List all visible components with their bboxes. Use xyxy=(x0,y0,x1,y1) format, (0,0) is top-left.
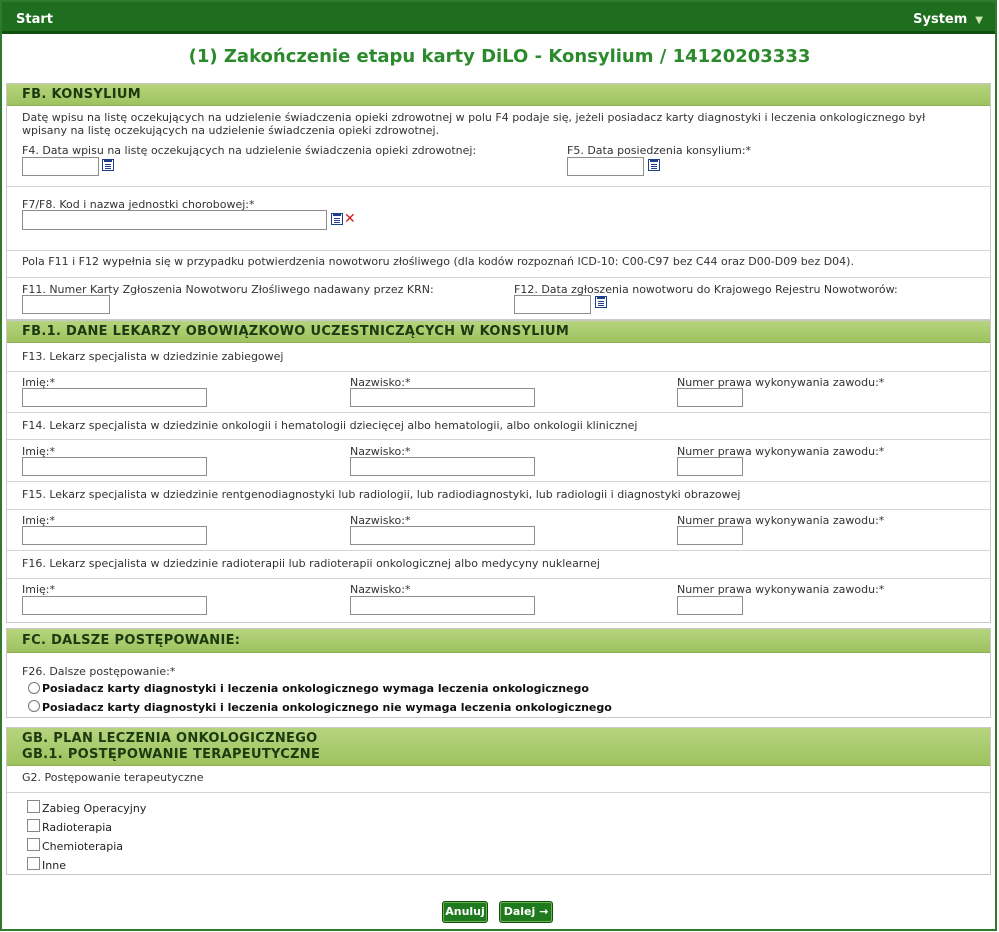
divider xyxy=(7,250,990,251)
f13-last-name-input[interactable] xyxy=(350,388,535,407)
gb-title: GB. PLAN LECZENIA ONKOLOGICZNEGO xyxy=(22,731,318,746)
checkbox-chemotherapy[interactable] xyxy=(27,838,40,851)
f15-first-name-input[interactable] xyxy=(22,526,207,545)
f26-option-no-treatment-radio[interactable] xyxy=(28,700,40,712)
system-menu-label: System xyxy=(913,12,968,27)
calendar-icon[interactable] xyxy=(595,296,607,308)
f14-label: F14. Lekarz specjalista w dziedzinie onk… xyxy=(22,419,638,432)
system-menu[interactable]: System ▼ xyxy=(913,12,983,27)
calendar-icon[interactable] xyxy=(102,159,114,171)
section-gb-treatment-plan: GB. PLAN LECZENIA ONKOLOGICZNEGO GB.1. P… xyxy=(6,727,991,875)
f14-first-name-input[interactable] xyxy=(22,457,207,476)
f4-label: F4. Data wpisu na listę oczekujących na … xyxy=(22,144,477,157)
f5-date-input[interactable] xyxy=(567,157,644,176)
f5-label: F5. Data posiedzenia konsylium:* xyxy=(567,144,752,157)
last-name-label: Nazwisko:* xyxy=(350,583,411,596)
f26-option-requires-treatment-radio[interactable] xyxy=(28,682,40,694)
page-title: (1) Zakończenie etapu karty DiLO - Konsy… xyxy=(188,46,811,67)
divider xyxy=(7,412,990,413)
divider xyxy=(7,792,990,793)
section-fb1-doctors: FB.1. DANE LEKARZY OBOWIĄZKOWO UCZESTNIC… xyxy=(6,320,991,623)
first-name-label: Imię:* xyxy=(22,583,55,596)
start-menu-link[interactable]: Start xyxy=(16,12,53,27)
f26-option-requires-treatment-label[interactable]: Posiadacz karty diagnostyki i leczenia o… xyxy=(42,682,589,695)
f12-date-input[interactable] xyxy=(514,295,591,314)
chevron-down-icon: ▼ xyxy=(975,15,983,26)
f4-date-input[interactable] xyxy=(22,157,99,176)
fb-info-note: Datę wpisu na listę oczekujących na udzi… xyxy=(22,111,926,137)
disease-code-input[interactable] xyxy=(22,210,327,230)
checkbox-radiotherapy-label[interactable]: Radioterapia xyxy=(42,821,112,834)
checkbox-other-label[interactable]: Inne xyxy=(42,859,66,872)
checkbox-chemotherapy-label[interactable]: Chemioterapia xyxy=(42,840,123,853)
f14-last-name-input[interactable] xyxy=(350,457,535,476)
f13-first-name-input[interactable] xyxy=(22,388,207,407)
section-fb-konsylium: FB. KONSYLIUM Datę wpisu na listę oczeku… xyxy=(6,83,991,320)
divider xyxy=(7,371,990,372)
f15-last-name-input[interactable] xyxy=(350,526,535,545)
f15-license-input[interactable] xyxy=(677,526,743,545)
section-fc-further-procedure: FC. DALSZE POSTĘPOWANIE: F26. Dalsze pos… xyxy=(6,628,991,718)
divider xyxy=(7,481,990,482)
checkbox-radiotherapy[interactable] xyxy=(27,819,40,832)
divider xyxy=(7,186,990,187)
section-fc-header: FC. DALSZE POSTĘPOWANIE: xyxy=(7,629,990,653)
f16-last-name-input[interactable] xyxy=(350,596,535,615)
checkbox-surgery-label[interactable]: Zabieg Operacyjny xyxy=(42,802,146,815)
cancel-button[interactable]: Anuluj xyxy=(442,901,488,923)
next-button[interactable]: Dalej → xyxy=(499,901,553,923)
f16-first-name-input[interactable] xyxy=(22,596,207,615)
checkbox-surgery[interactable] xyxy=(27,800,40,813)
gb1-title: GB.1. POSTĘPOWANIE TERAPEUTYCZNE xyxy=(22,747,321,762)
section-fb1-header: FB.1. DANE LEKARZY OBOWIĄZKOWO UCZESTNIC… xyxy=(7,321,990,343)
f15-label: F15. Lekarz specjalista w dziedzinie ren… xyxy=(22,488,741,501)
section-gb-header: GB. PLAN LECZENIA ONKOLOGICZNEGO GB.1. P… xyxy=(7,728,990,766)
f26-option-no-treatment-label[interactable]: Posiadacz karty diagnostyki i leczenia o… xyxy=(42,701,612,714)
checkbox-other[interactable] xyxy=(27,857,40,870)
f13-license-input[interactable] xyxy=(677,388,743,407)
divider xyxy=(7,509,990,510)
f26-label: F26. Dalsze postępowanie:* xyxy=(22,665,176,678)
list-picker-icon[interactable] xyxy=(331,213,343,225)
f16-license-input[interactable] xyxy=(677,596,743,615)
divider xyxy=(7,578,990,579)
f14-license-input[interactable] xyxy=(677,457,743,476)
clear-icon[interactable]: ✕ xyxy=(344,212,356,226)
top-navigation-bar: Start System ▼ xyxy=(2,2,995,34)
f11-card-number-input[interactable] xyxy=(22,295,110,314)
divider xyxy=(7,550,990,551)
f11-f12-note: Pola F11 i F12 wypełnia się w przypadku … xyxy=(22,255,854,268)
divider xyxy=(7,439,990,440)
license-number-label: Numer prawa wykonywania zawodu:* xyxy=(677,583,885,596)
divider xyxy=(7,277,990,278)
g2-label: G2. Postępowanie terapeutyczne xyxy=(22,771,204,784)
calendar-icon[interactable] xyxy=(648,159,660,171)
f13-label: F13. Lekarz specjalista w dziedzinie zab… xyxy=(22,350,284,363)
section-fb-header: FB. KONSYLIUM xyxy=(7,84,990,106)
f16-label: F16. Lekarz specjalista w dziedzinie rad… xyxy=(22,557,600,570)
